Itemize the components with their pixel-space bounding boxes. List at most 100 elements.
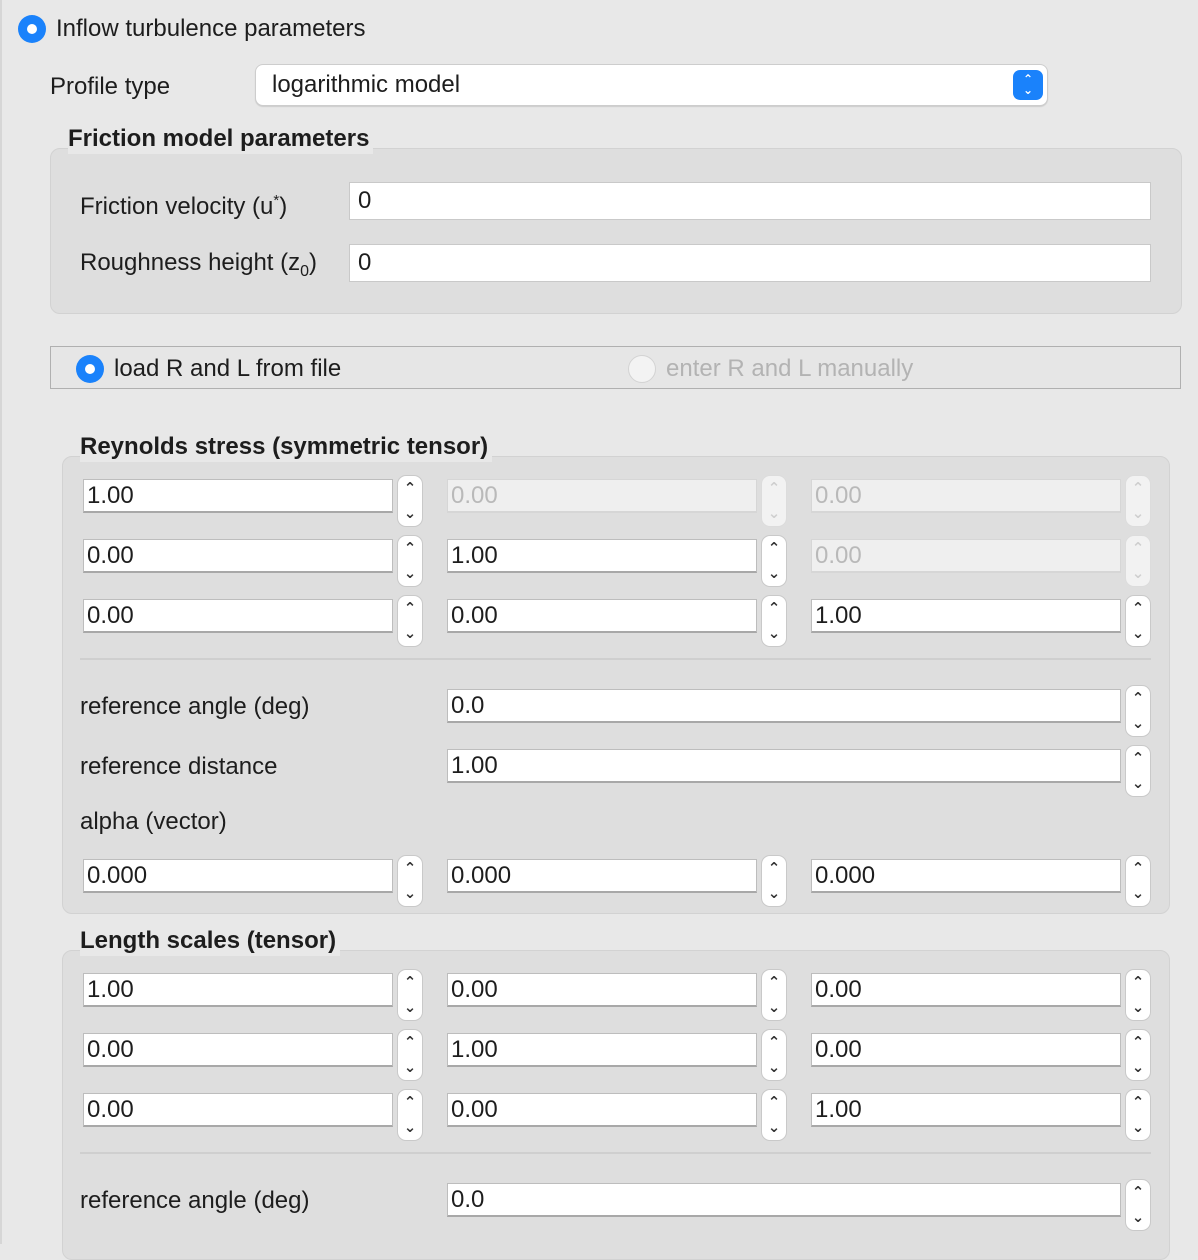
alpha-z-stepper[interactable]: ⌃ ⌄ (1125, 855, 1151, 907)
reynolds-r31-stepper[interactable]: ⌃ ⌄ (397, 595, 423, 647)
profile-type-label: Profile type (50, 73, 171, 100)
friction-panel (50, 148, 1182, 314)
reynolds-r32-stepper[interactable]: ⌃ ⌄ (761, 595, 787, 647)
reynolds-title: Reynolds stress (symmetric tensor) (80, 432, 493, 462)
length-ref-angle-stepper[interactable]: ⌃ ⌄ (1125, 1179, 1151, 1231)
alpha-vector-label: alpha (vector) (80, 808, 227, 835)
chevron-up-icon: ⌃ (1131, 600, 1145, 617)
length-l12-input[interactable]: 0.00 (447, 973, 757, 1007)
length-l33-stepper[interactable]: ⌃ ⌄ (1125, 1089, 1151, 1141)
enter-manually-label: enter R and L manually (666, 355, 914, 382)
length-l32-stepper[interactable]: ⌃ ⌄ (761, 1089, 787, 1141)
reynolds-r31-input[interactable]: 0.00 (83, 599, 393, 633)
length-l11-stepper[interactable]: ⌃ ⌄ (397, 969, 423, 1021)
length-divider (80, 1152, 1151, 1154)
alpha-y-stepper[interactable]: ⌃ ⌄ (761, 855, 787, 907)
roughness-height-input[interactable]: 0 (349, 244, 1151, 282)
chevron-down-icon: ⌄ (1131, 505, 1145, 522)
alpha-x-stepper[interactable]: ⌃ ⌄ (397, 855, 423, 907)
load-from-file-radio[interactable] (76, 355, 104, 383)
reynolds-r32-input[interactable]: 0.00 (447, 599, 757, 633)
reynolds-ref-angle-input[interactable]: 0.0 (447, 689, 1121, 723)
length-l21-stepper[interactable]: ⌃ ⌄ (397, 1029, 423, 1081)
length-l31-stepper[interactable]: ⌃ ⌄ (397, 1089, 423, 1141)
chevron-down-icon: ⌄ (403, 625, 417, 642)
reynolds-r33-stepper[interactable]: ⌃ ⌄ (1125, 595, 1151, 647)
chevron-down-icon: ⌄ (1131, 1209, 1145, 1226)
chevron-up-icon: ⌃ (403, 860, 417, 877)
reynolds-ref-distance-input[interactable]: 1.00 (447, 749, 1121, 783)
reynolds-panel (62, 456, 1170, 914)
chevron-down-icon: ⌄ (403, 999, 417, 1016)
chevron-down-icon: ⌄ (1131, 715, 1145, 732)
chevron-down-icon: ⌄ (767, 999, 781, 1016)
chevron-up-icon: ⌃ (403, 480, 417, 497)
chevron-up-icon: ⌃ (767, 974, 781, 991)
reynolds-r13-stepper: ⌃ ⌄ (1125, 475, 1151, 527)
reynolds-r11-input[interactable]: 1.00 (83, 479, 393, 513)
reynolds-r23-stepper: ⌃ ⌄ (1125, 535, 1151, 587)
length-l11-input[interactable]: 1.00 (83, 973, 393, 1007)
inflow-turbulence-radio[interactable] (18, 15, 46, 43)
friction-title: Friction model parameters (68, 124, 374, 154)
chevron-down-icon: ⌄ (403, 1059, 417, 1076)
reynolds-r23-input: 0.00 (811, 539, 1121, 573)
length-title: Length scales (tensor) (80, 926, 341, 956)
chevron-up-icon: ⌃ (1131, 540, 1145, 557)
length-l33-input[interactable]: 1.00 (811, 1093, 1121, 1127)
length-l21-input[interactable]: 0.00 (83, 1033, 393, 1067)
chevron-down-icon: ⌄ (1131, 625, 1145, 642)
length-l22-stepper[interactable]: ⌃ ⌄ (761, 1029, 787, 1081)
chevron-up-icon: ⌃ (403, 600, 417, 617)
chevron-up-icon: ⌃ (1131, 1034, 1145, 1051)
reynolds-ref-distance-stepper[interactable]: ⌃ ⌄ (1125, 745, 1151, 797)
chevron-up-icon: ⌃ (767, 1034, 781, 1051)
reynolds-r11-stepper[interactable]: ⌃ ⌄ (397, 475, 423, 527)
chevron-down-icon: ⌄ (1131, 775, 1145, 792)
reynolds-ref-angle-stepper[interactable]: ⌃ ⌄ (1125, 685, 1151, 737)
chevron-up-icon: ⌃ (403, 974, 417, 991)
reynolds-r21-input[interactable]: 0.00 (83, 539, 393, 573)
profile-type-select[interactable]: logarithmic model ⌃ ⌄ (255, 64, 1048, 106)
chevron-up-icon: ⌃ (767, 540, 781, 557)
length-l13-stepper[interactable]: ⌃ ⌄ (1125, 969, 1151, 1021)
left-border (0, 0, 2, 1244)
chevron-up-icon: ⌃ (403, 1034, 417, 1051)
profile-type-value: logarithmic model (272, 71, 461, 98)
reynolds-r22-stepper[interactable]: ⌃ ⌄ (761, 535, 787, 587)
chevron-down-icon: ⌄ (403, 885, 417, 902)
reynolds-r22-input[interactable]: 1.00 (447, 539, 757, 573)
chevron-up-icon: ⌃ (1131, 750, 1145, 767)
length-l23-input[interactable]: 0.00 (811, 1033, 1121, 1067)
chevron-down-icon: ⌄ (1131, 1059, 1145, 1076)
chevron-down-icon: ⌄ (767, 1059, 781, 1076)
chevron-down-icon: ⌄ (767, 565, 781, 582)
length-ref-angle-input[interactable]: 0.0 (447, 1183, 1121, 1217)
length-l32-input[interactable]: 0.00 (447, 1093, 757, 1127)
length-l23-stepper[interactable]: ⌃ ⌄ (1125, 1029, 1151, 1081)
alpha-x-input[interactable]: 0.000 (83, 859, 393, 893)
alpha-z-input[interactable]: 0.000 (811, 859, 1121, 893)
chevron-up-icon: ⌃ (767, 480, 781, 497)
chevron-up-icon: ⌃ (403, 1094, 417, 1111)
chevron-up-icon: ⌃ (767, 1094, 781, 1111)
select-arrows-icon: ⌃ ⌄ (1013, 70, 1043, 100)
reynolds-ref-angle-label: reference angle (deg) (80, 693, 310, 720)
length-l22-input[interactable]: 1.00 (447, 1033, 757, 1067)
reynolds-r33-input[interactable]: 1.00 (811, 599, 1121, 633)
chevron-down-icon: ⌄ (767, 625, 781, 642)
load-from-file-label: load R and L from file (114, 355, 342, 382)
chevron-up-icon: ⌃ (403, 540, 417, 557)
chevron-down-icon: ⌄ (1131, 565, 1145, 582)
length-l31-input[interactable]: 0.00 (83, 1093, 393, 1127)
alpha-y-input[interactable]: 0.000 (447, 859, 757, 893)
friction-velocity-input[interactable]: 0 (349, 182, 1151, 220)
chevron-down-icon: ⌄ (403, 505, 417, 522)
reynolds-r12-stepper: ⌃ ⌄ (761, 475, 787, 527)
chevron-down-icon: ⌄ (1131, 1119, 1145, 1136)
reynolds-r13-input: 0.00 (811, 479, 1121, 513)
reynolds-r21-stepper[interactable]: ⌃ ⌄ (397, 535, 423, 587)
length-l13-input[interactable]: 0.00 (811, 973, 1121, 1007)
enter-manually-radio[interactable] (628, 355, 656, 383)
length-l12-stepper[interactable]: ⌃ ⌄ (761, 969, 787, 1021)
